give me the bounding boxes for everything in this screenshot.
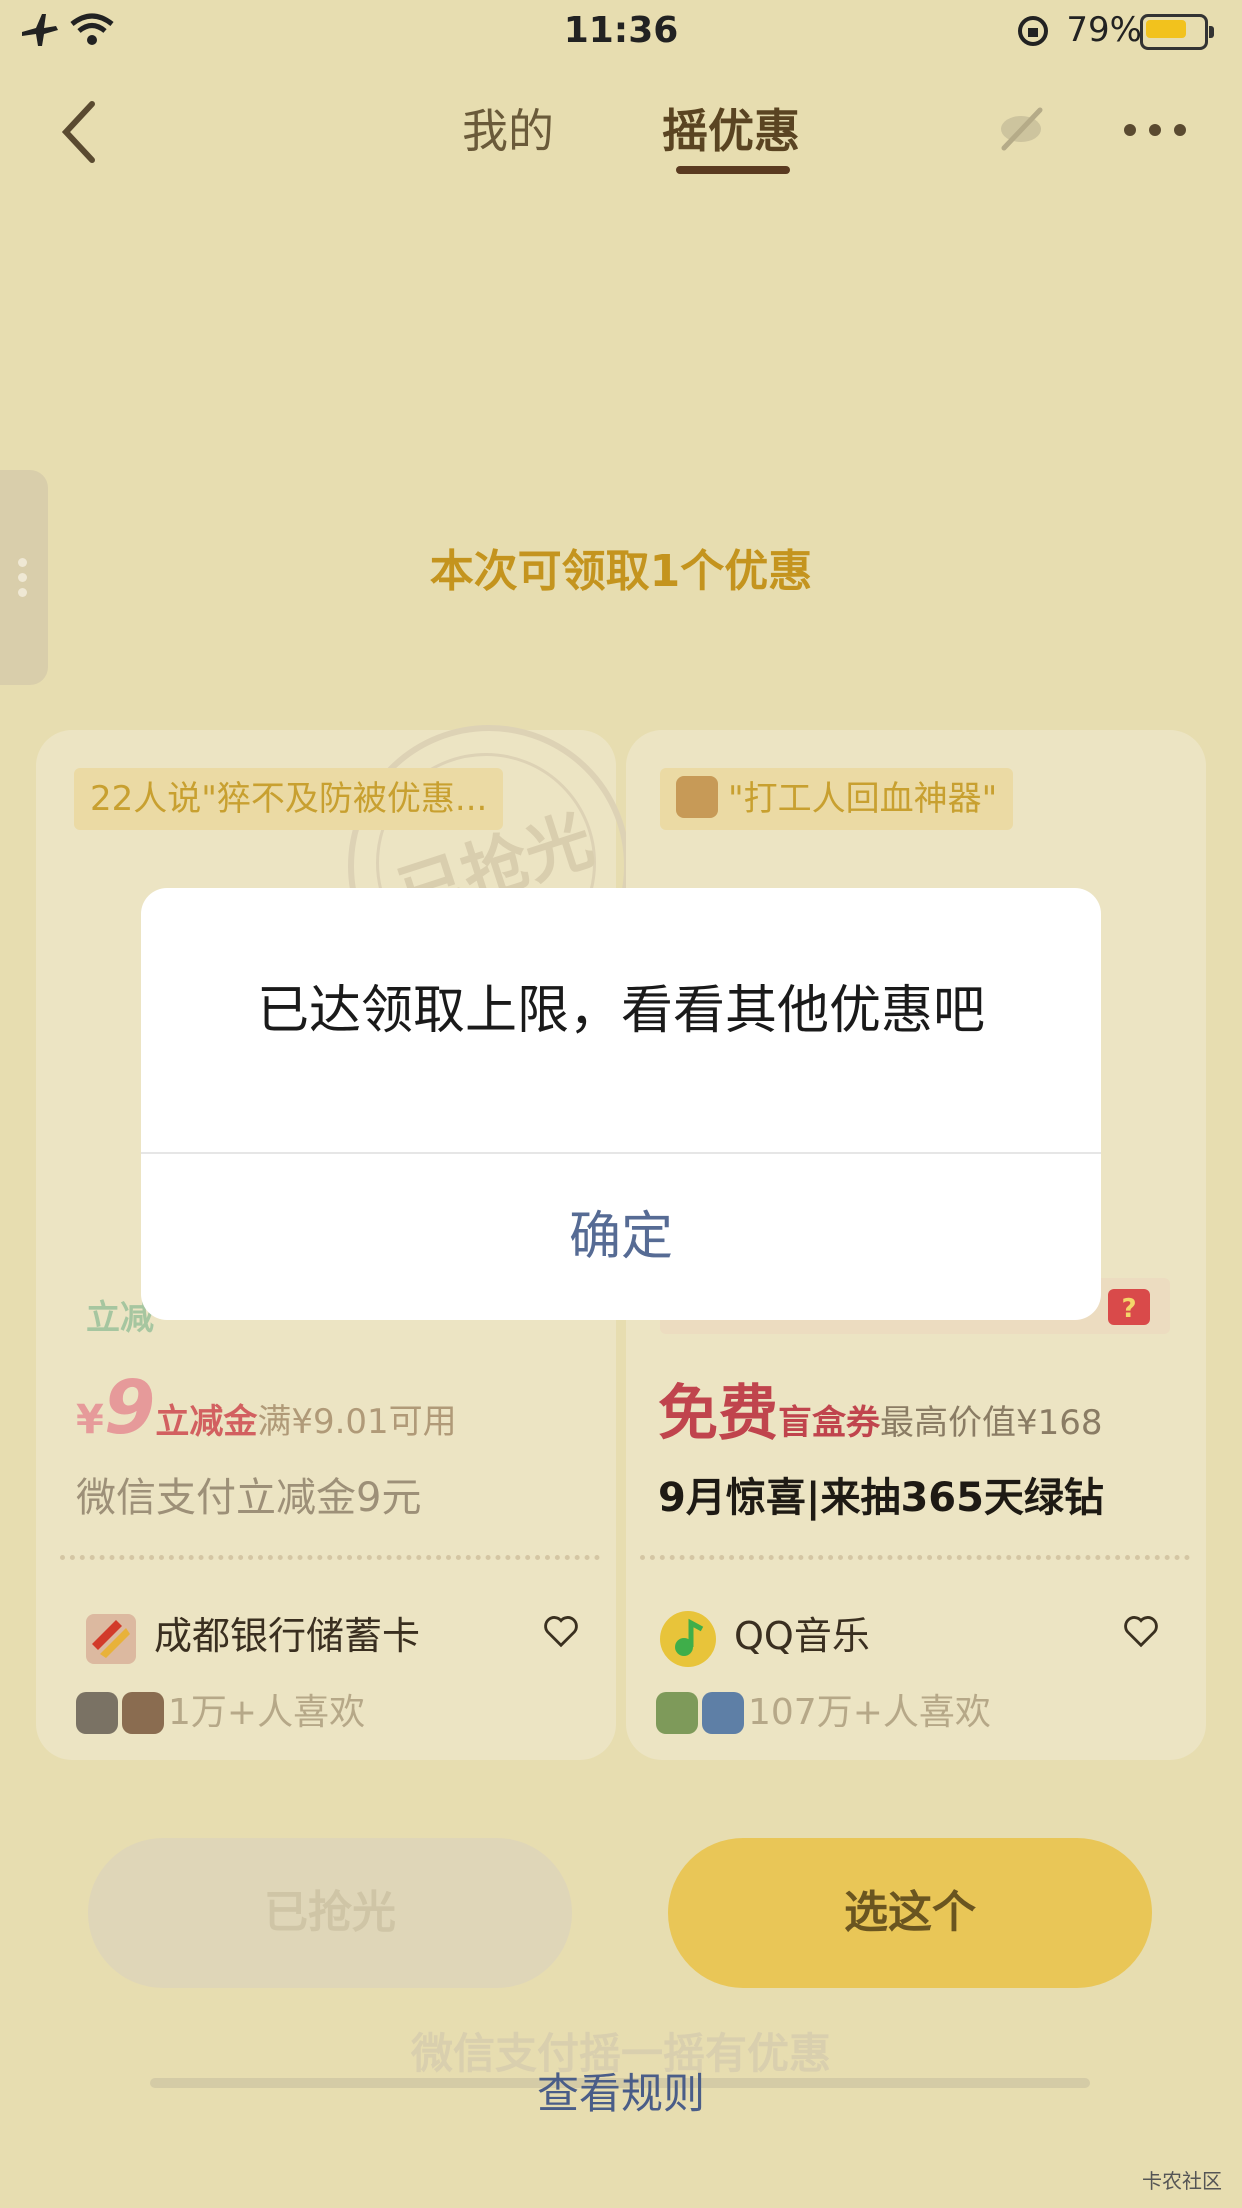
price-value: 免费 bbox=[658, 1379, 778, 1449]
price-condition: 满¥9.01可用 bbox=[257, 1402, 457, 1442]
tab-underline bbox=[676, 166, 790, 174]
heart-icon[interactable] bbox=[1122, 1612, 1160, 1650]
watermark: 卡农社区 bbox=[1142, 2169, 1222, 2193]
sold-out-button: 已抢光 bbox=[88, 1838, 572, 1988]
price-type: 盲盒券 bbox=[778, 1403, 880, 1443]
likes-count: 1万+人喜欢 bbox=[168, 1692, 366, 1733]
more-icon[interactable] bbox=[1120, 120, 1190, 140]
price-type: 立减金 bbox=[155, 1402, 258, 1442]
card-tag: 22人说"猝不及防被优惠... bbox=[74, 768, 504, 830]
card-divider bbox=[60, 1555, 600, 1560]
avatar bbox=[122, 1692, 164, 1734]
brand-row: QQ音乐 bbox=[660, 1605, 870, 1667]
price-row: ¥9立减金满¥9.01可用 bbox=[76, 1365, 457, 1451]
avatar bbox=[76, 1692, 118, 1734]
brand-name: QQ音乐 bbox=[734, 1614, 870, 1658]
tab-mine[interactable]: 我的 bbox=[462, 95, 554, 161]
gift-icon: ? bbox=[1108, 1289, 1150, 1325]
card-tag: "打工人回血神器" bbox=[660, 768, 1014, 830]
qq-music-logo-icon bbox=[660, 1610, 716, 1667]
price-row: 免费盲盒券最高价值¥168 bbox=[658, 1365, 1103, 1452]
status-time: 11:36 bbox=[563, 10, 679, 51]
avatar bbox=[676, 776, 718, 818]
battery-percent: 79% bbox=[1066, 10, 1142, 50]
price-condition: 最高价值¥168 bbox=[880, 1403, 1103, 1443]
avatar bbox=[702, 1692, 744, 1734]
headline: 本次可领取1个优惠 bbox=[429, 546, 813, 597]
status-bar: 11:36 79% bbox=[0, 0, 1242, 64]
likes-row: 107万+人喜欢 bbox=[656, 1683, 991, 1735]
back-chevron-icon[interactable] bbox=[60, 100, 100, 164]
brand-row: 成都银行储蓄卡 bbox=[86, 1605, 420, 1664]
price-value: 9 bbox=[103, 1365, 156, 1451]
tab-shake-offers[interactable]: 摇优惠 bbox=[662, 95, 800, 161]
likes-count: 107万+人喜欢 bbox=[748, 1692, 991, 1733]
view-rules-link[interactable]: 查看规则 bbox=[0, 2060, 1242, 2121]
bank-logo-icon bbox=[86, 1613, 136, 1664]
limit-dialog: 已达领取上限，看看其他优惠吧 确定 bbox=[141, 888, 1101, 1320]
rotation-lock-icon bbox=[1018, 16, 1048, 46]
price-symbol: ¥ bbox=[76, 1397, 104, 1443]
hide-eye-icon[interactable] bbox=[996, 104, 1046, 154]
avatar bbox=[656, 1692, 698, 1734]
svg-text:?: ? bbox=[1121, 1294, 1136, 1324]
card-divider bbox=[640, 1555, 1190, 1560]
dialog-message: 已达领取上限，看看其他优惠吧 bbox=[256, 981, 985, 1041]
heart-icon[interactable] bbox=[542, 1612, 580, 1650]
offer-title: 微信支付立减金9元 bbox=[76, 1475, 422, 1521]
offer-title: 9月惊喜|来抽365天绿钻 bbox=[658, 1475, 1104, 1521]
battery-fill bbox=[1146, 20, 1186, 38]
brand-name: 成都银行储蓄卡 bbox=[154, 1614, 421, 1658]
likes-row: 1万+人喜欢 bbox=[76, 1683, 365, 1735]
choose-this-button[interactable]: 选这个 bbox=[668, 1838, 1152, 1988]
battery-cap bbox=[1209, 26, 1214, 38]
card-tag-text: "打工人回血神器" bbox=[728, 779, 998, 819]
battery-icon bbox=[1140, 14, 1214, 50]
confirm-button[interactable]: 确定 bbox=[141, 1154, 1101, 1320]
